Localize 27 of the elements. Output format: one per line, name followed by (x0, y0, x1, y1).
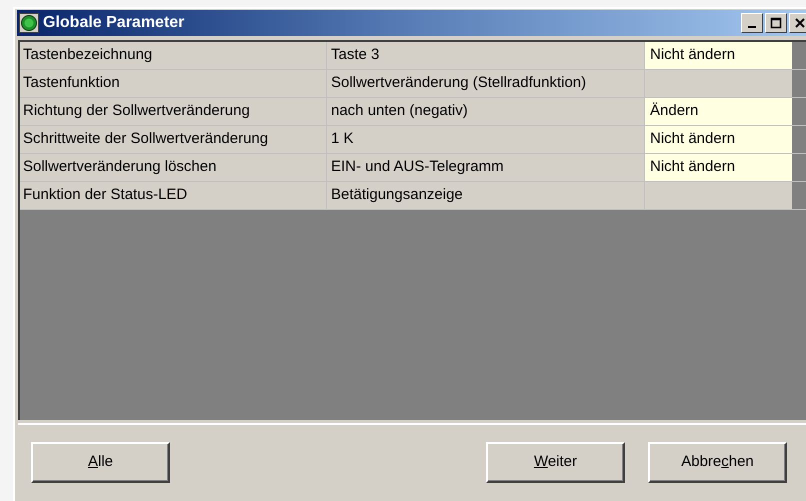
maximize-button[interactable] (765, 13, 787, 33)
dialog-button[interactable]: Alle (31, 442, 170, 482)
app-icon (19, 13, 39, 33)
table-cell: Schrittweite der Sollwertveränderung (20, 126, 327, 153)
minimize-button[interactable] (741, 13, 763, 33)
table-cell[interactable]: Nicht ändern (645, 42, 792, 69)
dialog-button[interactable]: Abbrechen (648, 442, 787, 482)
table-cell: Taste 3 (327, 42, 645, 69)
table-cell[interactable]: Ändern (645, 98, 792, 125)
table-cell: Funktion der Status-LED (20, 182, 327, 209)
minimize-icon (748, 26, 756, 28)
table-cell: Tastenfunktion (20, 70, 327, 97)
table-cell: EIN- und AUS-Telegramm (327, 154, 645, 181)
table-cell: Richtung der Sollwertveränderung (20, 98, 327, 125)
table-cell: Sollwertveränderung löschen (20, 154, 327, 181)
table-cell: nach unten (negativ) (327, 98, 645, 125)
window-title: Globale Parameter (43, 13, 184, 33)
table-cell[interactable]: Nicht ändern (645, 154, 792, 181)
table-cell: Sollwertveränderung (Stellradfunktion) (327, 70, 645, 97)
table-cell: 1 K (327, 126, 645, 153)
table-cell: Tastenbezeichnung (20, 42, 327, 69)
table-cell[interactable]: Nicht ändern (645, 126, 792, 153)
close-icon (794, 17, 806, 29)
table-cell: Betätigungsanzeige (327, 182, 645, 209)
maximize-icon (770, 17, 782, 29)
dialog-button[interactable]: Weiter (486, 442, 625, 482)
close-button[interactable] (789, 13, 806, 33)
